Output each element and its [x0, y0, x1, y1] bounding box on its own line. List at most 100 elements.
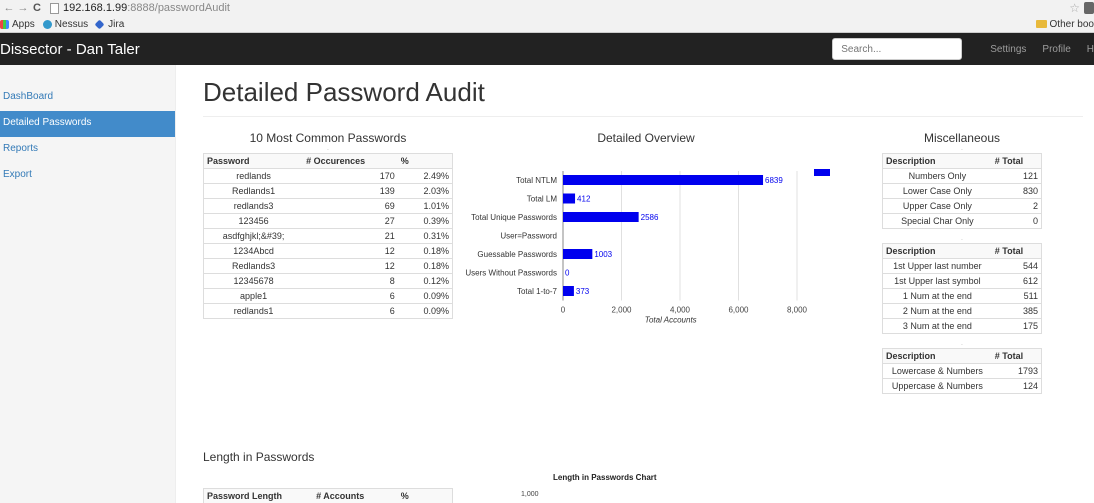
folder-icon	[1035, 20, 1047, 28]
table-row: redlands3 69 1.01%	[203, 198, 453, 214]
total-cell: 544	[991, 258, 1042, 274]
back-icon[interactable]: ←	[2, 2, 16, 14]
category-label: Total Unique Passwords	[471, 213, 557, 222]
nav-help[interactable]: H	[1087, 44, 1094, 55]
reload-icon[interactable]: C	[30, 2, 44, 14]
bar	[563, 193, 576, 204]
bar-value-label: 6839	[765, 176, 783, 185]
column-header: Password	[203, 153, 304, 169]
sidebar-item-detailed-passwords[interactable]: Detailed Passwords	[0, 111, 175, 137]
url-path: :8888/passwordAudit	[127, 2, 230, 14]
x-tick-label: 0	[561, 306, 566, 315]
bookmark-star-icon[interactable]: ☆	[1069, 1, 1080, 15]
brand[interactable]: Dissector - Dan Taler	[0, 41, 140, 58]
sidebar-item-reports[interactable]: Reports	[0, 137, 175, 163]
percent-cell: 0.09%	[397, 288, 453, 304]
bar-value-label: 2586	[641, 213, 659, 222]
table-row: redlands1 6 0.09%	[203, 303, 453, 319]
bookmark-apps[interactable]: Apps	[0, 19, 35, 30]
bar	[563, 249, 593, 259]
occurrences-cell: 170	[303, 168, 398, 184]
password-cell: 1234Abcd	[203, 243, 304, 259]
jira-icon	[94, 19, 105, 29]
bookmark-nessus[interactable]: Nessus	[42, 18, 89, 30]
x-tick-label: 4,000	[670, 306, 691, 315]
bookmark-label: Other boo	[1049, 18, 1094, 30]
percent-cell: 0.18%	[397, 243, 453, 259]
apps-icon	[0, 19, 9, 29]
bar	[563, 286, 574, 296]
total-cell: 511	[991, 288, 1042, 304]
percent-cell: 2.49%	[397, 168, 453, 184]
occurrences-cell: 8	[303, 273, 398, 289]
table-row: Numbers Only 121	[882, 168, 1042, 184]
percent-cell: 0.18%	[397, 258, 453, 274]
x-tick-label: 8,000	[787, 306, 808, 315]
category-label: Total LM	[527, 195, 558, 204]
description-cell: 1st Upper last number	[882, 258, 992, 274]
password-cell: redlands1	[203, 303, 304, 319]
address-bar[interactable]: 192.168.1.99:8888/passwordAudit	[63, 2, 230, 14]
description-cell: Special Char Only	[882, 213, 992, 229]
description-cell: Uppercase & Numbers	[882, 378, 992, 394]
forward-icon[interactable]: →	[16, 2, 30, 14]
bookmark-label: Nessus	[54, 18, 89, 30]
category-label: Users Without Passwords	[465, 269, 557, 278]
column-header: Description	[882, 153, 992, 169]
separator-dot: .	[961, 341, 963, 347]
occurrences-cell: 12	[303, 243, 398, 259]
table-row: 2 Num at the end 385	[882, 303, 1042, 319]
password-cell: Redlands3	[203, 258, 304, 274]
x-tick-label: 6,000	[728, 306, 749, 315]
occurrences-cell: 139	[303, 183, 398, 199]
total-cell: 830	[991, 183, 1042, 199]
sidebar-item-dashboard[interactable]: DashBoard	[0, 85, 175, 111]
nav-settings[interactable]: Settings	[990, 44, 1026, 55]
bar	[563, 175, 764, 185]
table-row: 123456 27 0.39%	[203, 213, 453, 229]
password-cell: apple1	[203, 288, 304, 304]
overview-chart: 0 2,000 4,000 6,000 8,000 Total NTLM 6839 Total…	[465, 169, 830, 325]
total-cell: 385	[991, 303, 1042, 319]
percent-cell: 2.03%	[397, 183, 453, 199]
common-passwords-panel: 10 Most Common Passwords . Password # Occ…	[203, 131, 453, 319]
url-host: 192.168.1.99	[63, 2, 128, 14]
occurrences-cell: 12	[303, 258, 398, 274]
page-icon	[50, 2, 59, 14]
misc-panel: Miscellaneous . Description # Total Number…	[882, 131, 1042, 400]
occurrences-cell: 27	[303, 213, 398, 229]
category-label: User=Password	[500, 232, 557, 241]
other-bookmarks[interactable]: Other boo	[1035, 18, 1094, 30]
bookmarks-bar: Apps Nessus Jira Other boo	[0, 16, 1094, 33]
description-cell: Numbers Only	[882, 168, 992, 184]
occurrences-cell: 6	[303, 288, 398, 304]
table-row: 1st Upper last symbol 612	[882, 273, 1042, 289]
category-label: Total NTLM	[516, 176, 557, 185]
table-row: Redlands1 139 2.03%	[203, 183, 453, 199]
password-cell: 123456	[203, 213, 304, 229]
common-passwords-table: Password # Occurences% redlands 170 2.49% Re…	[203, 153, 453, 319]
browser-toolbar: ← → C 192.168.1.99:8888/passwordAudit ☆	[0, 0, 1094, 16]
column-header: Description	[882, 243, 992, 259]
description-cell: 1 Num at the end	[882, 288, 992, 304]
bookmark-jira[interactable]: Jira	[94, 19, 124, 30]
table-row: 1234Abcd 12 0.18%	[203, 243, 453, 259]
nav-profile[interactable]: Profile	[1042, 44, 1070, 55]
search-input[interactable]	[832, 38, 963, 60]
total-cell: 124	[991, 378, 1042, 394]
percent-cell: 1.01%	[397, 198, 453, 214]
x-axis-label: Total Accounts	[645, 316, 697, 325]
legend-swatch	[814, 169, 830, 176]
column-header: %	[397, 153, 453, 169]
bar-value-label: 373	[576, 287, 590, 296]
bar-value-label: 0	[565, 269, 570, 278]
top-navbar: Dissector - Dan Taler Settings Profile H	[0, 33, 1094, 65]
extension-icon[interactable]	[1084, 2, 1094, 14]
sidebar-item-export[interactable]: Export	[0, 163, 175, 189]
sidebar: DashBoard Detailed Passwords Reports Exp…	[0, 65, 176, 503]
column-header: # Accounts	[313, 488, 398, 503]
total-cell: 0	[991, 213, 1042, 229]
x-tick-label: 2,000	[611, 306, 632, 315]
table-row: Upper Case Only 2	[882, 198, 1042, 214]
misc-table: Description # Total Numbers Only 121 Lower C…	[882, 153, 1042, 229]
